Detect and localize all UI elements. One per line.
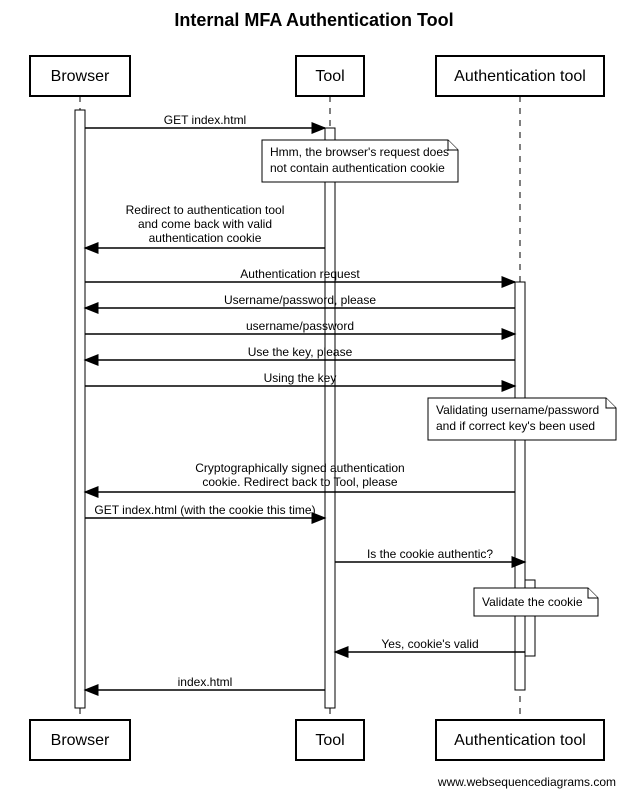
svg-text:not contain authentication coo: not contain authentication cookie — [270, 161, 445, 175]
msg-signed-cookie-2: cookie. Redirect back to Tool, please — [202, 475, 398, 489]
note-validating: Validating username/password and if corr… — [428, 398, 616, 440]
svg-text:Validate the cookie: Validate the cookie — [482, 595, 583, 609]
msg-username-send: username/password — [246, 319, 354, 333]
msg-get-index-cookie: GET index.html (with the cookie this tim… — [94, 503, 315, 517]
svg-text:and if correct key's been used: and if correct key's been used — [436, 419, 595, 433]
msg-key-prompt: Use the key, please — [248, 345, 353, 359]
msg-index-response: index.html — [178, 675, 233, 689]
diagram-title: Internal MFA Authentication Tool — [174, 10, 453, 30]
note-validate-cookie: Validate the cookie — [474, 588, 598, 616]
msg-redirect-to-auth-3: authentication cookie — [149, 231, 262, 245]
msg-username-prompt: Username/password, please — [224, 293, 376, 307]
msg-key-send: Using the key — [264, 371, 337, 385]
sequence-diagram: Internal MFA Authentication Tool Browser… — [0, 0, 628, 795]
activation-auth — [515, 282, 525, 690]
msg-is-cookie-authentic: Is the cookie authentic? — [367, 547, 493, 561]
svg-text:Tool: Tool — [315, 732, 344, 749]
msg-redirect-to-auth-2: and come back with valid — [138, 217, 272, 231]
activation-browser — [75, 110, 85, 708]
svg-text:Validating username/password: Validating username/password — [436, 403, 599, 417]
svg-text:Browser: Browser — [51, 732, 110, 749]
svg-text:Hmm, the browser's request doe: Hmm, the browser's request does — [270, 145, 449, 159]
activation-tool — [325, 128, 335, 708]
svg-text:Browser: Browser — [51, 68, 110, 85]
msg-auth-request: Authentication request — [240, 267, 360, 281]
actor-auth-top: Authentication tool — [436, 56, 604, 96]
msg-signed-cookie-1: Cryptographically signed authentication — [195, 461, 404, 475]
actor-browser-bottom: Browser — [30, 720, 130, 760]
svg-text:Authentication tool: Authentication tool — [454, 68, 586, 85]
svg-text:Authentication tool: Authentication tool — [454, 732, 586, 749]
actor-auth-bottom: Authentication tool — [436, 720, 604, 760]
credit-text: www.websequencediagrams.com — [437, 775, 616, 789]
actor-tool-top: Tool — [296, 56, 364, 96]
note-no-cookie: Hmm, the browser's request does not cont… — [262, 140, 458, 182]
msg-get-index: GET index.html — [164, 113, 246, 127]
msg-cookie-valid: Yes, cookie's valid — [381, 637, 478, 651]
actor-tool-bottom: Tool — [296, 720, 364, 760]
actor-browser-top: Browser — [30, 56, 130, 96]
svg-text:Tool: Tool — [315, 68, 344, 85]
msg-redirect-to-auth-1: Redirect to authentication tool — [126, 203, 285, 217]
